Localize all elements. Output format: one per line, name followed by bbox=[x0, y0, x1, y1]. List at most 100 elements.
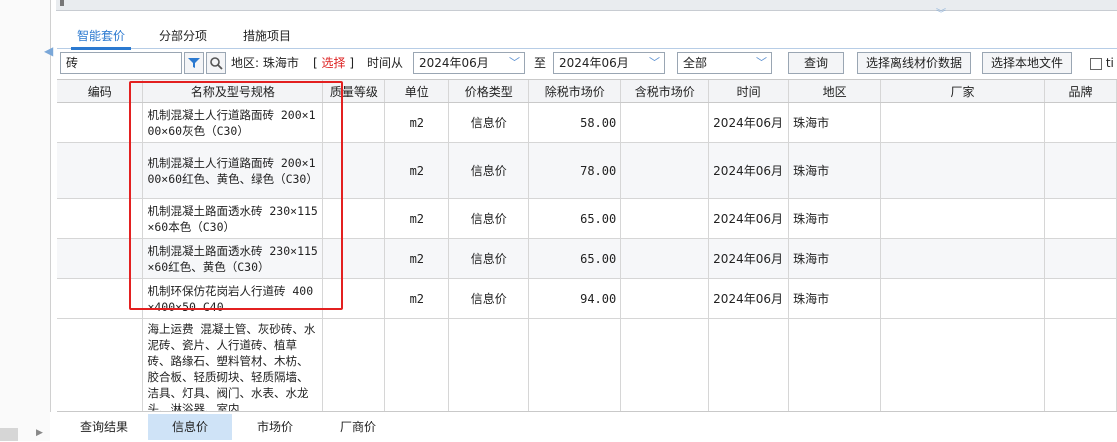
cell-unit: m2 bbox=[384, 142, 450, 199]
cell-code bbox=[57, 142, 144, 199]
cell-name: 海上运费 混凝土管、灰砂砖、水泥砖、瓷片、人行道砖、植草砖、路缘石、塑料管材、木… bbox=[142, 318, 324, 412]
tab-sub-items[interactable]: 分部分项 bbox=[153, 28, 213, 47]
cell-ex-tax: 58.00 bbox=[528, 102, 622, 143]
dropdown-arrow-icon[interactable]: ﹀ bbox=[509, 53, 520, 73]
search-icon[interactable] bbox=[206, 52, 226, 74]
query-button[interactable]: 查询 bbox=[788, 52, 844, 74]
region-select-link[interactable]: [ 选择 ] bbox=[313, 52, 354, 74]
cell-maker bbox=[880, 278, 1045, 319]
cell-code bbox=[57, 318, 144, 412]
cell-name: 机制环保仿花岗岩人行道砖 400×400×50 C40 bbox=[142, 278, 324, 319]
col-name[interactable]: 名称及型号规格 bbox=[142, 80, 324, 103]
cell-region: 珠海市 bbox=[788, 102, 882, 143]
cell-ex-tax: 78.00 bbox=[528, 142, 622, 199]
col-ex-tax-price[interactable]: 除税市场价 bbox=[528, 80, 622, 103]
cell-time: 2024年06月 bbox=[708, 142, 790, 199]
scope-select[interactable]: 全部 ﹀ bbox=[677, 52, 772, 74]
table-row[interactable]: 机制环保仿花岗岩人行道砖 400×400×50 C40 m2 信息价 94.00… bbox=[57, 278, 1117, 319]
checkbox-label: ti bbox=[1105, 56, 1114, 70]
cell-region: 珠海市 bbox=[788, 278, 882, 319]
panel-divider[interactable] bbox=[50, 0, 51, 412]
filter-icon[interactable] bbox=[184, 52, 204, 74]
dropdown-arrow-icon[interactable]: ﹀ bbox=[756, 53, 767, 73]
cell-region: 珠海市 bbox=[788, 238, 882, 279]
left-panel bbox=[0, 0, 50, 441]
cell-maker bbox=[880, 142, 1045, 199]
cell-brand bbox=[1044, 278, 1117, 319]
cell-maker bbox=[880, 102, 1045, 143]
cell-inc-tax bbox=[620, 318, 710, 412]
cell-maker bbox=[880, 198, 1045, 239]
search-input[interactable]: 砖 bbox=[60, 52, 182, 74]
scroll-handle[interactable] bbox=[60, 0, 64, 6]
cell-unit: m2 bbox=[384, 198, 450, 239]
cell-inc-tax bbox=[620, 102, 710, 143]
tab-info-price[interactable]: 信息价 bbox=[148, 414, 232, 440]
scroll-right-icon[interactable]: ▶ bbox=[36, 428, 43, 438]
tab-smart-pricing[interactable]: 智能套价 bbox=[71, 28, 131, 50]
cell-code bbox=[57, 198, 144, 239]
cell-grade bbox=[322, 198, 386, 239]
cell-inc-tax bbox=[620, 278, 710, 319]
cell-region: 珠海市 bbox=[788, 198, 882, 239]
col-inc-tax-price[interactable]: 含税市场价 bbox=[620, 80, 710, 103]
cell-inc-tax bbox=[620, 238, 710, 279]
table-row[interactable]: 机制混凝土人行道路面砖 200×100×60红色、黄色、绿色（C30） m2 信… bbox=[57, 142, 1117, 199]
cell-code bbox=[57, 102, 144, 143]
top-scrollbar[interactable] bbox=[56, 0, 1117, 11]
cell-code bbox=[57, 278, 144, 319]
results-grid: 编码 名称及型号规格 质量等级 单位 价格类型 除税市场价 含税市场价 时间 地… bbox=[57, 79, 1117, 412]
horizontal-scrollbar[interactable] bbox=[0, 428, 18, 441]
bottom-tabs: 查询结果 信息价 市场价 厂商价 bbox=[57, 411, 1117, 442]
col-region[interactable]: 地区 bbox=[788, 80, 882, 103]
cell-ex-tax bbox=[528, 318, 622, 412]
table-header-row: 编码 名称及型号规格 质量等级 单位 价格类型 除税市场价 含税市场价 时间 地… bbox=[57, 80, 1117, 103]
table-row[interactable]: 海上运费 混凝土管、灰砂砖、水泥砖、瓷片、人行道砖、植草砖、路缘石、塑料管材、木… bbox=[57, 318, 1117, 412]
cell-maker bbox=[880, 318, 1045, 412]
cell-ex-tax: 65.00 bbox=[528, 238, 622, 279]
query-toolbar: 砖 地区: 珠海市 [ 选择 ] 时间从 2024年06月 ﹀ 至 2024年0… bbox=[57, 50, 1117, 76]
col-grade[interactable]: 质量等级 bbox=[322, 80, 386, 103]
cell-maker bbox=[880, 238, 1045, 279]
col-price-type[interactable]: 价格类型 bbox=[448, 80, 530, 103]
cell-brand bbox=[1044, 318, 1117, 412]
cell-name: 机制混凝土人行道路面砖 200×100×60红色、黄色、绿色（C30） bbox=[142, 142, 324, 199]
top-tabs: 智能套价 分部分项 措施项目 bbox=[57, 26, 1117, 50]
cell-grade bbox=[322, 318, 386, 412]
cell-time: 2024年06月 bbox=[708, 238, 790, 279]
col-unit[interactable]: 单位 bbox=[384, 80, 450, 103]
cell-name: 机制混凝土路面透水砖 230×115×60本色（C30） bbox=[142, 198, 324, 239]
tab-query-results[interactable]: 查询结果 bbox=[69, 414, 139, 440]
table-row[interactable]: 机制混凝土路面透水砖 230×115×60红色、黄色（C30） m2 信息价 6… bbox=[57, 238, 1117, 279]
cell-grade bbox=[322, 142, 386, 199]
expand-left-icon[interactable]: ◀ bbox=[44, 44, 53, 58]
local-file-button[interactable]: 选择本地文件 bbox=[982, 52, 1072, 74]
checkbox-box[interactable] bbox=[1090, 57, 1102, 70]
cell-brand bbox=[1044, 238, 1117, 279]
collapse-chevron-icon[interactable]: ︾ bbox=[936, 10, 946, 20]
tab-market-price[interactable]: 市场价 bbox=[240, 414, 310, 440]
cell-price-type: 信息价 bbox=[448, 238, 530, 279]
col-brand[interactable]: 品牌 bbox=[1044, 80, 1117, 103]
cell-price-type: 信息价 bbox=[448, 142, 530, 199]
table-row[interactable]: 机制混凝土路面透水砖 230×115×60本色（C30） m2 信息价 65.0… bbox=[57, 198, 1117, 239]
time-to-select[interactable]: 2024年06月 ﹀ bbox=[553, 52, 665, 74]
cell-grade bbox=[322, 102, 386, 143]
time-from-label: 时间从 bbox=[367, 56, 404, 70]
tab-vendor-price[interactable]: 厂商价 bbox=[323, 414, 393, 440]
select-link-text[interactable]: 选择 bbox=[322, 56, 346, 70]
cell-time: 2024年06月 bbox=[708, 278, 790, 319]
time-to-value: 2024年06月 bbox=[559, 56, 629, 70]
table-row[interactable]: 机制混凝土人行道路面砖 200×100×60灰色（C30） m2 信息价 58.… bbox=[57, 102, 1117, 143]
scope-value: 全部 bbox=[683, 56, 708, 70]
col-code[interactable]: 编码 bbox=[57, 80, 144, 103]
tab-measures[interactable]: 措施项目 bbox=[237, 28, 297, 47]
cell-price-type: 信息价 bbox=[448, 102, 530, 143]
col-maker[interactable]: 厂家 bbox=[880, 80, 1045, 103]
cell-price-type: 信息价 bbox=[448, 278, 530, 319]
offline-price-button[interactable]: 选择离线材价数据 bbox=[857, 52, 971, 74]
dropdown-arrow-icon[interactable]: ﹀ bbox=[649, 53, 660, 73]
col-time[interactable]: 时间 bbox=[708, 80, 790, 103]
time-from-select[interactable]: 2024年06月 ﹀ bbox=[413, 52, 525, 74]
option-checkbox[interactable]: ti bbox=[1090, 52, 1114, 74]
